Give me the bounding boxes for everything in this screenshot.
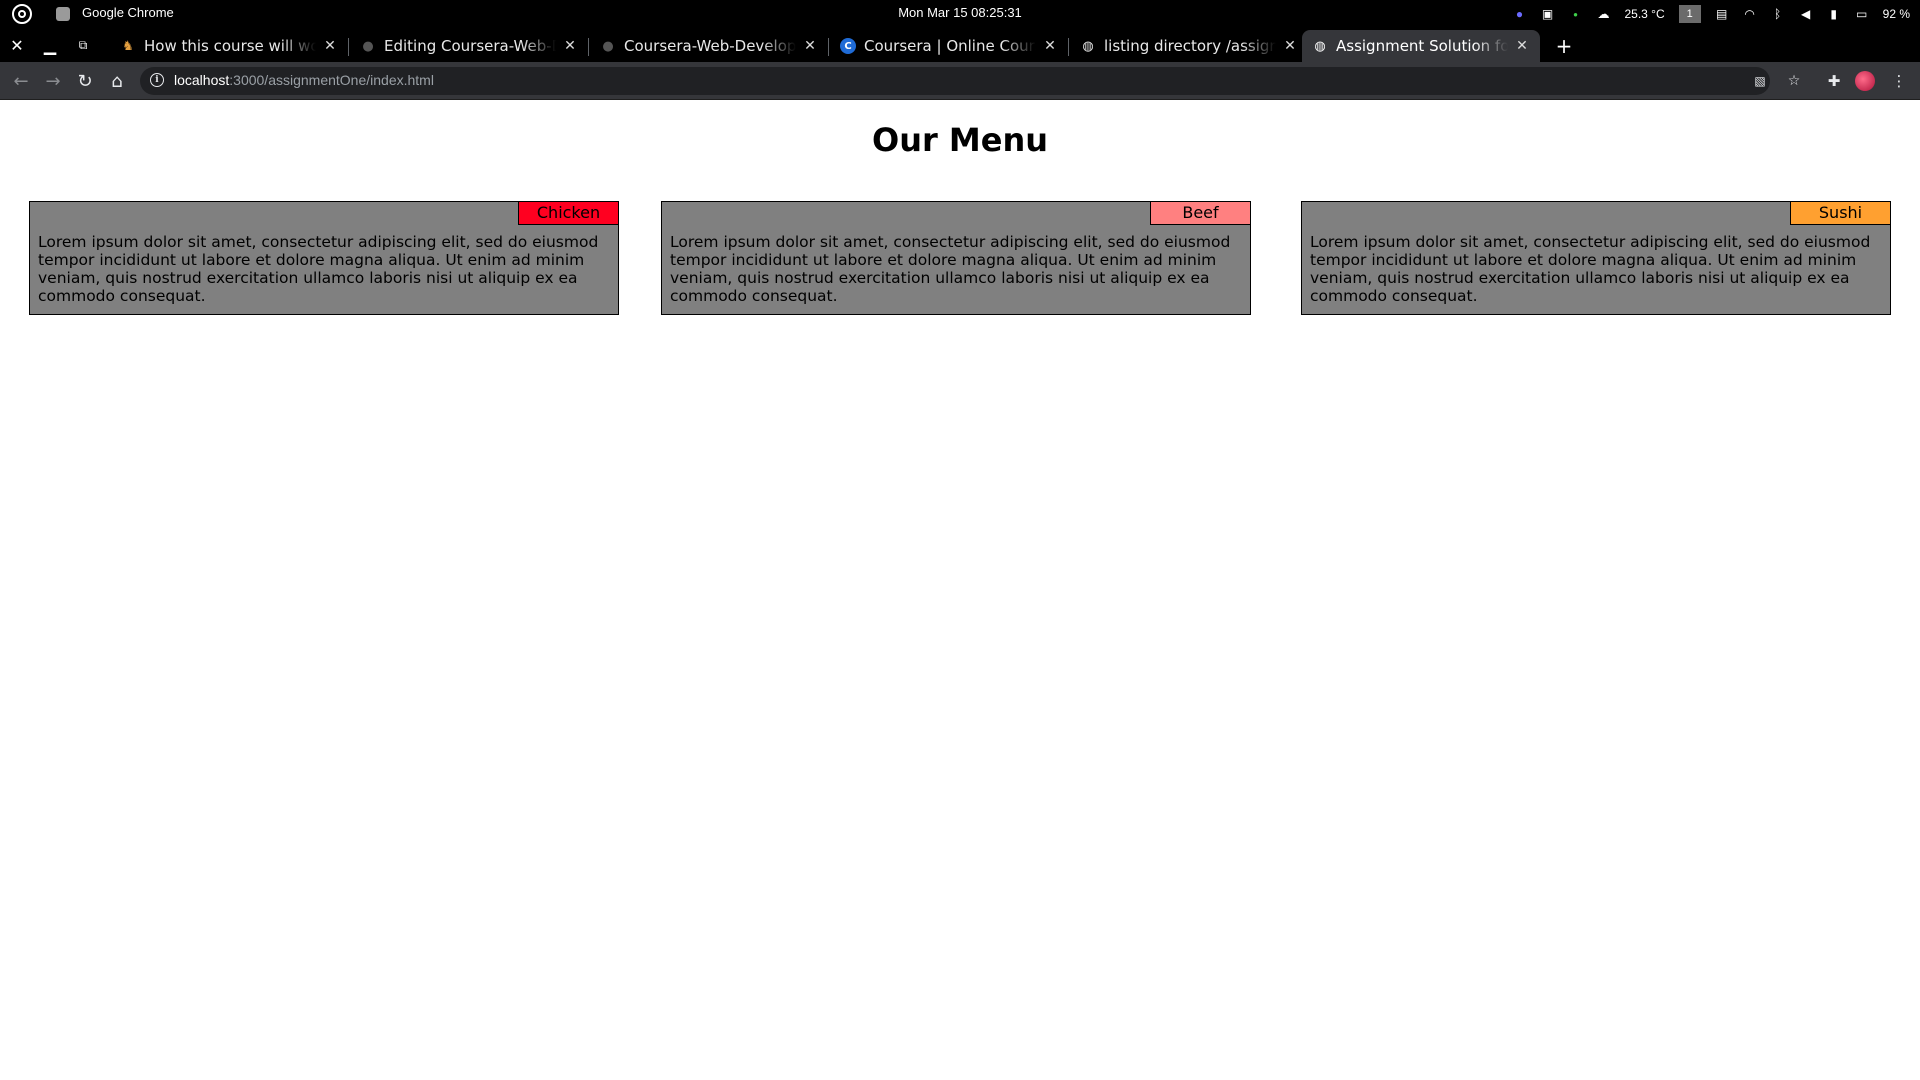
display-icon[interactable]: ▤ [1715,7,1729,21]
tab-close-icon[interactable]: ✕ [802,38,818,54]
tab-title: Coursera-Web-Development [624,37,796,55]
tab-how-this-course[interactable]: ♞ How this course will work ✕ [110,30,348,62]
battery-percent[interactable]: 92 % [1883,7,1910,21]
tab-close-icon[interactable]: ✕ [1282,38,1298,54]
tab-title: Coursera | Online Courses [864,37,1036,55]
tab-title: Assignment Solution for Module 2 [1336,37,1508,55]
tab-title: listing directory /assignmentOne [1104,37,1276,55]
tab-assignment-solution[interactable]: ◍ Assignment Solution for Module 2 ✕ [1302,30,1540,62]
coursera-icon: C [840,38,856,54]
card-text: Lorem ipsum dolor sit amet, consectetur … [1310,233,1871,305]
tab-repo[interactable]: ● Coursera-Web-Development ✕ [590,30,828,62]
tab-separator [348,38,349,56]
microphone-icon[interactable]: ▮ [1827,7,1841,21]
card-text: Lorem ipsum dolor sit amet, consectetur … [670,233,1231,305]
tab-close-icon[interactable]: ✕ [322,38,338,54]
ubuntu-logo-icon[interactable] [12,4,32,24]
card-label-chicken: Chicken [518,202,618,225]
page-title: Our Menu [871,121,1048,159]
volume-icon[interactable]: ◀ [1799,7,1813,21]
url-host: localhost [174,72,230,88]
weather-icon[interactable]: ☁ [1596,7,1610,21]
active-app-name[interactable]: Google Chrome [82,5,174,20]
tab-editing-repo[interactable]: ● Editing Coursera-Web-Development ✕ [350,30,588,62]
tab-strip: ✕ ▁ ⧉ ♞ How this course will work ✕ ● Ed… [0,28,1920,62]
chrome-menu-icon[interactable]: ⋮ [1887,69,1911,93]
wifi-icon[interactable]: ◠ [1743,7,1757,21]
bookmark-star-icon[interactable]: ☆ [1786,73,1802,89]
tab-title: Editing Coursera-Web-Development [384,37,556,55]
tab-coursera[interactable]: C Coursera | Online Courses ✕ [830,30,1068,62]
status-dot-icon[interactable]: ● [1568,7,1582,21]
window-restore-icon[interactable]: ⧉ [74,36,92,54]
battery-icon[interactable]: ▭ [1855,7,1869,21]
tab-listing-directory[interactable]: ◍ listing directory /assignmentOne ✕ [1070,30,1308,62]
address-url[interactable]: localhost:3000/assignmentOne/index.html [174,72,434,88]
menu-card-sushi: Sushi Lorem ipsum dolor sit amet, consec… [1301,201,1891,315]
weather-temp[interactable]: 25.3 °C [1624,7,1664,21]
tab-title: How this course will work [144,37,316,55]
extensions-icon[interactable]: ✚ [1822,69,1846,93]
menu-card-beef: Beef Lorem ipsum dolor sit amet, consect… [661,201,1251,315]
os-clock[interactable]: Mon Mar 15 08:25:31 [898,5,1022,20]
workspace-indicator[interactable]: 1 [1678,5,1701,23]
tab-close-icon[interactable]: ✕ [1514,38,1530,54]
tab-close-icon[interactable]: ✕ [1042,38,1058,54]
bluetooth-icon[interactable]: ᛒ [1771,7,1785,21]
forward-icon[interactable]: → [41,69,65,93]
home-icon[interactable]: ⌂ [105,69,129,93]
browser-toolbar: ← → ↻ ⌂ i localhost:3000/assignmentOne/i… [0,62,1920,100]
tab-separator [828,38,829,56]
reload-icon[interactable]: ↻ [73,69,97,93]
card-label-beef: Beef [1150,202,1250,225]
card-text: Lorem ipsum dolor sit amet, consectetur … [38,233,599,305]
tab-separator [1068,38,1069,56]
new-tab-icon[interactable]: + [1552,34,1576,58]
window-minimize-icon[interactable]: ▁ [41,36,59,55]
globe-icon: ◍ [1314,38,1326,54]
menu-card-chicken: Chicken Lorem ipsum dolor sit amet, cons… [29,201,619,315]
tab-close-icon[interactable]: ✕ [562,38,578,54]
page-viewport: Our Menu Chicken Lorem ipsum dolor sit a… [0,101,1920,1080]
window-close-icon[interactable]: ✕ [8,36,26,55]
os-top-bar: Google Chrome Mon Mar 15 08:25:31 ● ▣ ● … [0,0,1920,28]
chrome-app-icon [56,7,70,21]
site-info-icon[interactable]: i [150,73,164,87]
system-tray: ● ▣ ● ☁ 25.3 °C 1 ▤ ◠ ᛒ ◀ ▮ ▭ 92 % [1512,4,1910,24]
github-icon: ● [602,38,614,54]
profile-avatar[interactable] [1855,71,1875,91]
back-icon[interactable]: ← [9,69,33,93]
owl-icon: ♞ [122,38,134,54]
url-path: :3000/assignmentOne/index.html [229,72,434,88]
clipboard-icon[interactable]: ▣ [1540,7,1554,21]
card-label-sushi: Sushi [1790,202,1890,225]
translate-icon[interactable]: ▧ [1752,73,1768,89]
address-bar[interactable]: i localhost:3000/assignmentOne/index.htm… [140,67,1800,95]
github-icon: ● [362,38,374,54]
teams-icon[interactable]: ● [1512,7,1526,21]
globe-icon: ◍ [1082,38,1094,54]
tab-separator [588,38,589,56]
